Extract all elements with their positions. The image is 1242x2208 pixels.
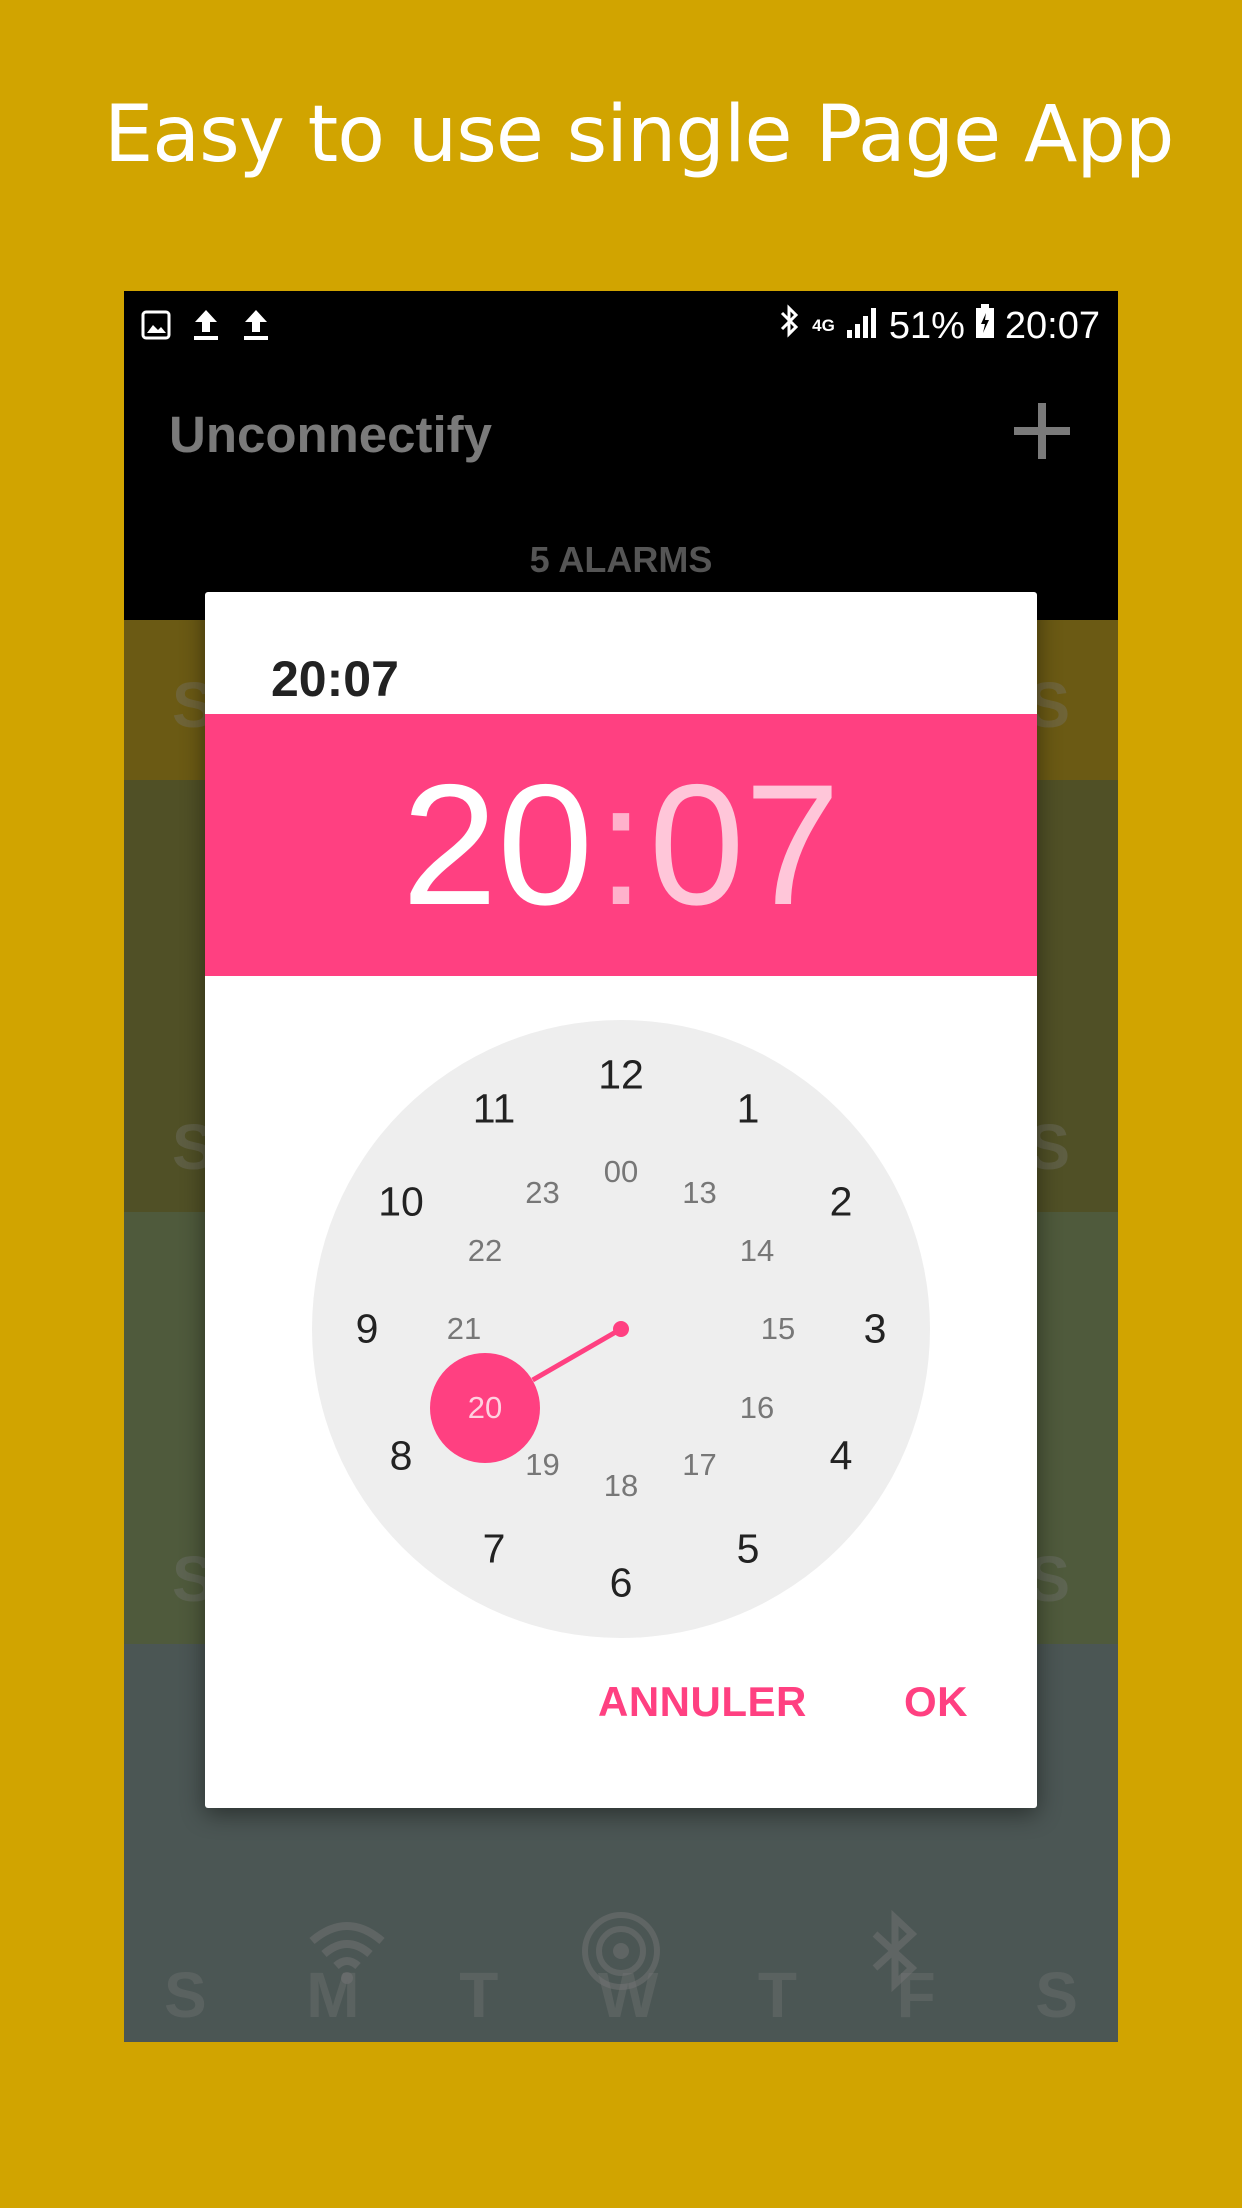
clock-hour-8[interactable]: 8 bbox=[390, 1433, 413, 1480]
clock-hour-13[interactable]: 13 bbox=[682, 1175, 716, 1211]
clock-hour-20[interactable]: 20 bbox=[468, 1390, 502, 1426]
signal-icon bbox=[845, 305, 879, 348]
clock-hour-19[interactable]: 19 bbox=[525, 1447, 559, 1483]
bluetooth-icon bbox=[778, 303, 802, 349]
clock-hour-6[interactable]: 6 bbox=[610, 1560, 633, 1607]
clock-face[interactable]: 12 1 2 3 4 5 6 7 8 9 10 11 00 13 14 15 16 17 18 19 20 21 22 23 bbox=[312, 1020, 930, 1638]
clock-hour-3[interactable]: 3 bbox=[864, 1306, 887, 1353]
clock-hour-23[interactable]: 23 bbox=[525, 1175, 559, 1211]
image-icon bbox=[140, 305, 172, 345]
clock-hour-2[interactable]: 2 bbox=[830, 1179, 853, 1226]
network-type: 4G bbox=[812, 316, 835, 335]
cancel-button[interactable]: ANNULER bbox=[598, 1678, 807, 1726]
clock-center-dot bbox=[613, 1321, 629, 1337]
upload-icon bbox=[240, 305, 272, 345]
weekday-row: S M T W T F S bbox=[164, 1958, 1078, 2032]
battery-icon bbox=[975, 304, 995, 348]
clock-hour-1[interactable]: 1 bbox=[737, 1086, 760, 1133]
clock-hour-16[interactable]: 16 bbox=[740, 1390, 774, 1426]
promo-headline: Easy to use single Page App bbox=[104, 90, 1174, 180]
weekday-label[interactable]: W bbox=[598, 1958, 658, 2032]
weekday-label[interactable]: T bbox=[459, 1958, 498, 2032]
clock-hour-18[interactable]: 18 bbox=[604, 1468, 638, 1504]
clock-hour-17[interactable]: 17 bbox=[682, 1447, 716, 1483]
hour-display[interactable]: 20 bbox=[402, 759, 593, 931]
tab-alarms[interactable]: 5 ALARMS bbox=[124, 539, 1118, 581]
clock-hour-22[interactable]: 22 bbox=[468, 1233, 502, 1269]
time-picker-dialog: 20:07 20 : 07 12 1 2 3 4 5 6 7 8 9 10 11 00 13 14 15 16 1… bbox=[205, 592, 1037, 1808]
ok-button[interactable]: OK bbox=[904, 1678, 968, 1726]
clock-hour-7[interactable]: 7 bbox=[483, 1525, 506, 1572]
clock-hour-14[interactable]: 14 bbox=[740, 1233, 774, 1269]
status-time: 20:07 bbox=[1004, 304, 1100, 347]
weekday-label[interactable]: S bbox=[164, 1958, 207, 2032]
time-separator: : bbox=[597, 749, 645, 941]
clock-hour-21[interactable]: 21 bbox=[447, 1311, 481, 1347]
clock-hour-00[interactable]: 00 bbox=[604, 1154, 638, 1190]
app-bar: Unconnectify bbox=[124, 361, 1118, 511]
weekday-label[interactable]: S bbox=[1035, 1958, 1078, 2032]
minute-display[interactable]: 07 bbox=[649, 759, 840, 931]
time-header: 20 : 07 bbox=[205, 714, 1037, 976]
add-alarm-button[interactable] bbox=[1006, 395, 1078, 467]
clock-hour-15[interactable]: 15 bbox=[761, 1311, 795, 1347]
battery-level: 51% bbox=[888, 304, 965, 347]
app-title: Unconnectify bbox=[169, 406, 493, 463]
clock-hour-12[interactable]: 12 bbox=[598, 1052, 644, 1099]
clock-hour-5[interactable]: 5 bbox=[737, 1525, 760, 1572]
weekday-label[interactable]: F bbox=[897, 1958, 936, 2032]
clock-hour-4[interactable]: 4 bbox=[830, 1433, 853, 1480]
clock-hour-9[interactable]: 9 bbox=[356, 1306, 379, 1353]
weekday-label[interactable]: M bbox=[306, 1958, 359, 2032]
clock-hour-11[interactable]: 11 bbox=[473, 1086, 516, 1133]
clock-hour-10[interactable]: 10 bbox=[378, 1179, 424, 1226]
clock-hand bbox=[531, 1321, 629, 1383]
plus-icon bbox=[1014, 403, 1070, 459]
weekday-label[interactable]: T bbox=[758, 1958, 797, 2032]
dialog-title: 20:07 bbox=[271, 651, 399, 707]
status-bar: 4G 51% 20:07 bbox=[124, 291, 1118, 361]
upload-icon bbox=[190, 305, 222, 345]
